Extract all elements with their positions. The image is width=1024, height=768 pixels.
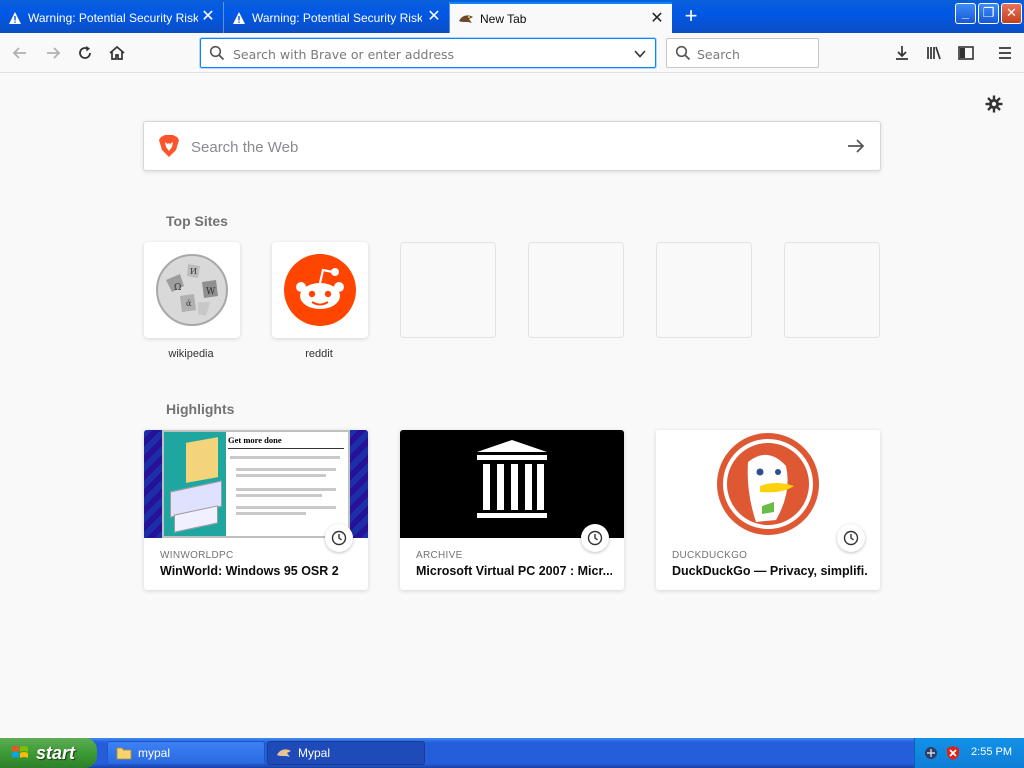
reddit-icon [284, 254, 356, 326]
tab-title: Warning: Potential Security Risk Ahead [252, 10, 422, 25]
back-arrow-icon [12, 47, 26, 59]
svg-text:И: И [190, 267, 197, 276]
system-tray: 2:55 PM [914, 738, 1024, 768]
minimize-button[interactable]: _ [955, 3, 976, 24]
thumbnail-heading: Get more done [228, 435, 282, 445]
highlight-thumbnail [400, 430, 624, 538]
sidebar-button[interactable] [954, 41, 978, 65]
highlight-thumbnail [656, 430, 880, 538]
svg-text:Ω: Ω [174, 283, 181, 293]
top-site-empty[interactable] [400, 242, 496, 338]
web-search-box[interactable] [143, 121, 881, 171]
warning-icon [233, 11, 245, 24]
clock-icon [837, 524, 865, 552]
hamburger-menu-icon [999, 47, 1011, 59]
svg-text:ά: ά [186, 299, 192, 308]
address-input[interactable] [233, 45, 613, 63]
top-site-reddit[interactable] [272, 242, 368, 338]
tab-new-tab[interactable]: New Tab ✕ [450, 2, 672, 33]
highlight-source: ARCHIVE [416, 550, 463, 561]
web-search-input[interactable] [191, 136, 811, 158]
mypal-icon [459, 14, 473, 23]
close-tab-button[interactable]: ✕ [201, 9, 215, 25]
reload-button[interactable] [73, 41, 97, 65]
taskbar-item-label: Mypal [298, 746, 331, 760]
archive-building-icon [477, 440, 547, 518]
arrow-right-icon[interactable] [846, 137, 866, 155]
top-site-empty[interactable] [528, 242, 624, 338]
library-icon [927, 46, 941, 60]
close-tab-button[interactable]: ✕ [650, 11, 664, 27]
top-sites-heading: Top Sites [166, 213, 228, 229]
top-site-wikipedia[interactable]: Ω И W ά [144, 242, 240, 338]
highlights-heading: Highlights [166, 401, 235, 417]
wikipedia-icon: Ω И W ά [156, 254, 228, 326]
close-tab-button[interactable]: ✕ [427, 9, 441, 25]
search-icon [209, 45, 225, 61]
highlight-title: Microsoft Virtual PC 2007 : Micr... [416, 564, 612, 578]
mypal-icon [277, 749, 291, 757]
svg-text:W: W [206, 287, 216, 297]
highlight-card-winworld[interactable]: Get more done WINWORLDPC WinWorld: Windo… [144, 430, 368, 590]
top-site-label[interactable]: reddit [271, 348, 367, 360]
warning-icon [9, 11, 21, 24]
restore-button[interactable]: ❐ [978, 3, 999, 24]
duckduckgo-icon [717, 433, 819, 535]
library-button[interactable] [922, 41, 946, 65]
taskbar-item-folder[interactable]: mypal [107, 741, 265, 765]
forward-arrow-icon [47, 47, 61, 59]
folder-icon [116, 747, 132, 760]
tab-warning-1[interactable]: Warning: Potential Security Risk Ahead ✕ [0, 2, 224, 33]
home-button[interactable] [105, 41, 129, 65]
address-bar[interactable] [200, 38, 677, 68]
highlight-source: WINWORLDPC [160, 550, 234, 561]
reload-icon [79, 46, 91, 59]
highlight-thumbnail: Get more done [144, 430, 368, 538]
search-icon [675, 45, 691, 61]
windows-logo-icon [12, 746, 28, 758]
tab-strip: Warning: Potential Security Risk Ahead ✕… [0, 0, 1024, 33]
top-site-empty[interactable] [784, 242, 880, 338]
sidebar-icon [958, 46, 974, 60]
highlight-card-archive[interactable]: ARCHIVE Microsoft Virtual PC 2007 : Micr… [400, 430, 624, 590]
highlight-source: DUCKDUCKGO [672, 550, 748, 561]
back-button[interactable] [8, 41, 32, 65]
taskbar-item-label: mypal [138, 746, 171, 760]
taskbar: start mypal Mypal 2:55 PM [0, 738, 1024, 768]
highlight-card-duckduckgo[interactable]: DUCKDUCKGO DuckDuckGo — Privacy, simplif… [656, 430, 880, 590]
clock-icon [581, 524, 609, 552]
forward-button[interactable] [41, 41, 65, 65]
close-window-button[interactable]: ✕ [1001, 3, 1022, 24]
new-tab-page: Top Sites Ω И W ά wikipedia reddit [0, 74, 1024, 738]
chevron-down-icon[interactable] [633, 47, 647, 61]
highlight-title: DuckDuckGo — Privacy, simplifi... [672, 564, 868, 578]
menu-button[interactable] [993, 41, 1017, 65]
security-shield-icon[interactable] [945, 745, 961, 761]
start-button[interactable]: start [0, 738, 97, 768]
new-tab-button[interactable]: + [679, 5, 703, 29]
tab-title: Warning: Potential Security Risk Ahead [28, 10, 198, 25]
download-icon [896, 46, 908, 60]
start-label: start [36, 742, 76, 763]
search-input[interactable] [697, 45, 807, 63]
nav-toolbar [0, 33, 1024, 73]
tab-title: New Tab [480, 11, 527, 26]
gear-icon[interactable] [984, 94, 1004, 114]
highlight-title: WinWorld: Windows 95 OSR 2 [160, 564, 339, 578]
home-icon [109, 45, 125, 60]
downloads-button[interactable] [890, 41, 914, 65]
tab-warning-2[interactable]: Warning: Potential Security Risk Ahead ✕ [224, 2, 450, 33]
search-bar[interactable] [666, 38, 819, 68]
network-icon[interactable] [923, 745, 939, 761]
top-site-label[interactable]: wikipedia [143, 348, 239, 360]
brave-lion-icon [159, 135, 179, 157]
taskbar-item-mypal[interactable]: Mypal [267, 741, 425, 765]
taskbar-clock[interactable]: 2:55 PM [971, 746, 1012, 758]
top-site-empty[interactable] [656, 242, 752, 338]
clock-icon [325, 524, 353, 552]
